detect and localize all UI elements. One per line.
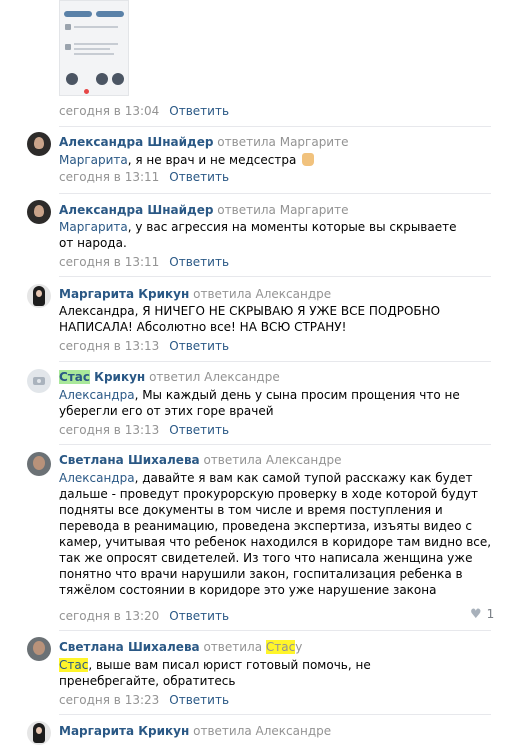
like-button[interactable]: ♥ 1 <box>470 607 494 622</box>
camera-icon <box>33 377 45 385</box>
author-name[interactable]: Александра Шнайдер <box>59 203 213 217</box>
divider <box>59 444 491 445</box>
addressee-link[interactable]: Стас <box>59 658 89 672</box>
reply-link[interactable]: Ответить <box>169 609 229 623</box>
heart-icon: ♥ <box>470 607 482 622</box>
comment-meta: сегодня в 13:20 Ответить <box>59 609 229 623</box>
replied-to[interactable]: ответила Александре <box>203 453 341 467</box>
reply-link[interactable]: Ответить <box>169 170 229 184</box>
comment-meta: сегодня в 13:13 Ответить <box>59 339 229 353</box>
addressee-link[interactable]: Маргарита <box>59 220 128 234</box>
comment-meta: сегодня в 13:13 Ответить <box>59 423 229 437</box>
comment-meta: сегодня в 13:11 Ответить <box>59 255 229 269</box>
replied-to[interactable]: ответила Маргарите <box>217 135 348 149</box>
replied-to[interactable]: ответила Александре <box>193 724 331 738</box>
comment-header: Светлана Шихалева ответила Александре <box>59 453 342 467</box>
comment-header: Александра Шнайдер ответила Маргарите <box>59 135 348 149</box>
addressee-link[interactable]: Маргарита <box>59 153 128 167</box>
avatar[interactable] <box>27 452 51 476</box>
divider <box>59 714 491 715</box>
author-name[interactable]: Маргарита Крикун <box>59 287 189 301</box>
avatar[interactable] <box>27 369 51 393</box>
reply-link[interactable]: Ответить <box>169 693 229 707</box>
comment-time[interactable]: сегодня в 13:23 <box>59 693 159 707</box>
avatar[interactable] <box>27 721 51 745</box>
comment-time[interactable]: сегодня в 13:13 <box>59 339 159 353</box>
comment-header: Маргарита Крикун ответила Александре <box>59 724 331 738</box>
attached-screenshot[interactable] <box>59 0 129 96</box>
comment-time[interactable]: сегодня в 13:20 <box>59 609 159 623</box>
author-name[interactable]: Александра Шнайдер <box>59 135 213 149</box>
comment-time[interactable]: сегодня в 13:04 <box>59 104 159 118</box>
replied-to[interactable]: ответила Маргарите <box>217 203 348 217</box>
comment-text: Маргарита, у вас агрессия на моменты кот… <box>59 220 457 250</box>
author-name[interactable]: Светлана Шихалева <box>59 640 200 654</box>
comment-header: Стас Крикун ответил Александре <box>59 370 280 384</box>
avatar[interactable] <box>27 132 51 156</box>
reply-link[interactable]: Ответить <box>169 255 229 269</box>
comment-text: Александра, Я НИЧЕГО НЕ СКРЫВАЮ Я УЖЕ ВС… <box>59 304 441 334</box>
avatar[interactable] <box>27 284 51 308</box>
comment-meta: сегодня в 13:04 Ответить <box>59 104 229 118</box>
divider <box>59 276 491 277</box>
comment-header: Светлана Шихалева ответила Стасу <box>59 640 302 654</box>
reply-link[interactable]: Ответить <box>169 104 229 118</box>
divider <box>59 361 491 362</box>
replied-to[interactable]: ответила Стасу <box>203 640 302 654</box>
comment-time[interactable]: сегодня в 13:11 <box>59 170 159 184</box>
replied-to[interactable]: ответил Александре <box>149 370 280 384</box>
comment-meta: сегодня в 13:11 Ответить <box>59 170 229 184</box>
like-count: 1 <box>486 607 495 621</box>
divider <box>59 126 491 127</box>
screenshot-thumbnail <box>59 0 129 96</box>
comment-time[interactable]: сегодня в 13:13 <box>59 423 159 437</box>
divider <box>59 630 491 631</box>
comment-text: Александра, Мы каждый день у сына просим… <box>59 388 460 418</box>
comment-text: Александра, давайте я вам как самой тупо… <box>59 471 492 597</box>
addressee-link[interactable]: Александра <box>59 388 135 402</box>
raised-hand-icon <box>302 153 315 166</box>
avatar[interactable] <box>27 637 51 661</box>
reply-link[interactable]: Ответить <box>169 423 229 437</box>
avatar[interactable] <box>27 200 51 224</box>
replied-to[interactable]: ответила Александре <box>193 287 331 301</box>
comment-text: Стас, выше вам писал юрист готовый помоч… <box>59 658 371 688</box>
comment-meta: сегодня в 13:23 Ответить <box>59 693 229 707</box>
comment-thread: сегодня в 13:04 Ответить Александра Шнайд… <box>0 0 527 745</box>
comment-header: Маргарита Крикун ответила Александре <box>59 287 331 301</box>
author-name[interactable]: Стас Крикун <box>59 370 145 384</box>
author-name[interactable]: Светлана Шихалева <box>59 453 200 467</box>
comment-header: Александра Шнайдер ответила Маргарите <box>59 203 348 217</box>
divider <box>59 193 491 194</box>
reply-link[interactable]: Ответить <box>169 339 229 353</box>
addressee-link[interactable]: Александра <box>59 471 135 485</box>
author-name[interactable]: Маргарита Крикун <box>59 724 189 738</box>
comment-time[interactable]: сегодня в 13:11 <box>59 255 159 269</box>
comment-text: Маргарита, я не врач и не медсестра <box>59 152 499 168</box>
